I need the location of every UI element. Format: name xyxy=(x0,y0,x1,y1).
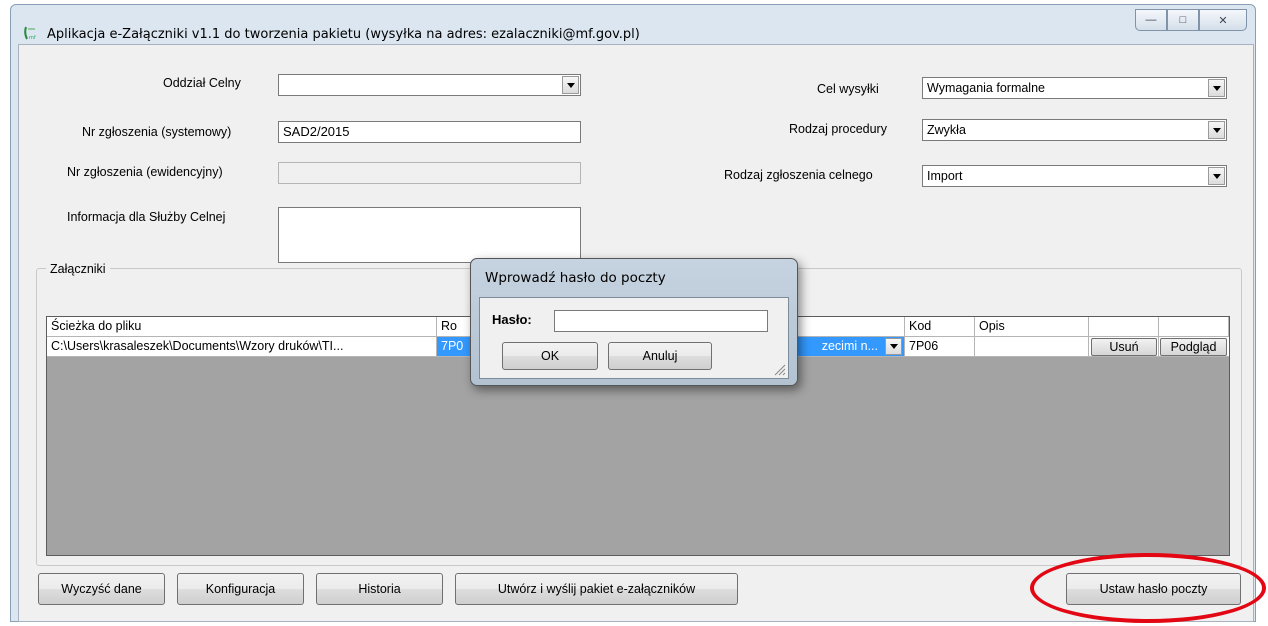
oddzial-celny-combo[interactable] xyxy=(278,74,581,96)
password-label: Hasło: xyxy=(492,312,532,327)
cel-wysylki-value: Wymagania formalne xyxy=(927,81,1045,95)
cel-wysylki-combo[interactable]: Wymagania formalne xyxy=(922,77,1227,99)
preview-button[interactable]: Podgląd xyxy=(1160,338,1227,356)
rodzaj-zgloszenia-combo[interactable]: Import xyxy=(922,165,1227,187)
rodzaj-procedury-combo[interactable]: Zwykła xyxy=(922,119,1227,141)
rodzaj-procedury-dropdown-button[interactable] xyxy=(1208,121,1225,139)
column-header-opis[interactable]: Opis xyxy=(975,317,1089,337)
cancel-button[interactable]: Anuluj xyxy=(608,342,712,370)
cell-rodzaj-desc: zecimi n... xyxy=(821,339,878,353)
configuration-button[interactable]: Konfiguracja xyxy=(177,573,304,605)
chevron-down-icon xyxy=(1212,173,1221,179)
chevron-down-icon xyxy=(566,82,575,88)
cell-kod[interactable]: 7P06 xyxy=(905,337,975,357)
close-icon: ✕ xyxy=(1218,14,1228,27)
window-title: Aplikacja e-Załączniki v1.1 do tworzenia… xyxy=(47,27,640,42)
cell-path[interactable]: C:\Users\krasaleszek\Documents\Wzory dru… xyxy=(47,337,437,357)
cell-delete: Usuń xyxy=(1089,337,1159,357)
nr-systemowy-label: Nr zgłoszenia (systemowy) xyxy=(82,125,232,139)
column-header-kod[interactable]: Kod xyxy=(905,317,975,337)
minimize-button[interactable]: — xyxy=(1135,9,1167,31)
rodzaj-zgloszenia-value: Import xyxy=(927,169,963,183)
rodzaj-zgloszenia-label: Rodzaj zgłoszenia celnego xyxy=(724,168,873,182)
maximize-icon: □ xyxy=(1179,14,1187,26)
resize-grip-icon[interactable] xyxy=(772,362,786,376)
column-header-delete xyxy=(1089,317,1159,337)
password-dialog[interactable]: Wprowadź hasło do poczty Hasło: OK Anulu… xyxy=(470,258,798,386)
rodzaj-dropdown-button[interactable] xyxy=(885,338,902,355)
column-header-path[interactable]: Ścieżka do pliku xyxy=(47,317,437,337)
rodzaj-zgloszenia-dropdown-button[interactable] xyxy=(1208,167,1225,185)
dialog-body: Hasło: OK Anuluj xyxy=(479,297,789,379)
chevron-down-icon xyxy=(1212,85,1221,91)
set-mail-password-button[interactable]: Ustaw hasło poczty xyxy=(1066,573,1241,605)
informacja-textarea[interactable] xyxy=(278,207,581,263)
chevron-down-icon xyxy=(889,344,898,349)
oddzial-celny-dropdown-button[interactable] xyxy=(562,76,579,94)
cel-wysylki-dropdown-button[interactable] xyxy=(1208,79,1225,97)
informacja-label: Informacja dla Służby Celnej xyxy=(67,210,226,224)
nr-systemowy-input[interactable]: SAD2/2015 xyxy=(278,121,581,143)
chevron-down-icon xyxy=(1212,127,1221,133)
attachments-group-title: Załączniki xyxy=(46,262,110,276)
column-header-preview xyxy=(1159,317,1229,337)
clear-data-button[interactable]: Wyczyść dane xyxy=(38,573,165,605)
cell-preview: Podgląd xyxy=(1159,337,1229,357)
nr-ewidencyjny-input[interactable] xyxy=(278,162,581,184)
svg-text:mf: mf xyxy=(29,35,36,41)
oddzial-celny-label: Oddział Celny xyxy=(163,76,241,90)
app-logo-icon: mf xyxy=(23,25,39,41)
delete-button[interactable]: Usuń xyxy=(1091,338,1157,356)
window-controls: — □ ✕ xyxy=(1135,9,1247,31)
nr-ewidencyjny-label: Nr zgłoszenia (ewidencyjny) xyxy=(67,165,223,179)
history-button[interactable]: Historia xyxy=(316,573,443,605)
ok-button[interactable]: OK xyxy=(502,342,598,370)
create-send-package-button[interactable]: Utwórz i wyślij pakiet e-załączników xyxy=(455,573,738,605)
minimize-icon: — xyxy=(1145,14,1157,26)
rodzaj-procedury-value: Zwykła xyxy=(927,123,966,137)
maximize-button[interactable]: □ xyxy=(1167,9,1199,31)
password-input[interactable] xyxy=(554,310,768,332)
dialog-title: Wprowadź hasło do poczty xyxy=(485,270,666,286)
cell-opis[interactable] xyxy=(975,337,1089,357)
cel-wysylki-label: Cel wysyłki xyxy=(817,82,879,96)
rodzaj-procedury-label: Rodzaj procedury xyxy=(789,122,887,136)
close-button[interactable]: ✕ xyxy=(1199,9,1247,31)
